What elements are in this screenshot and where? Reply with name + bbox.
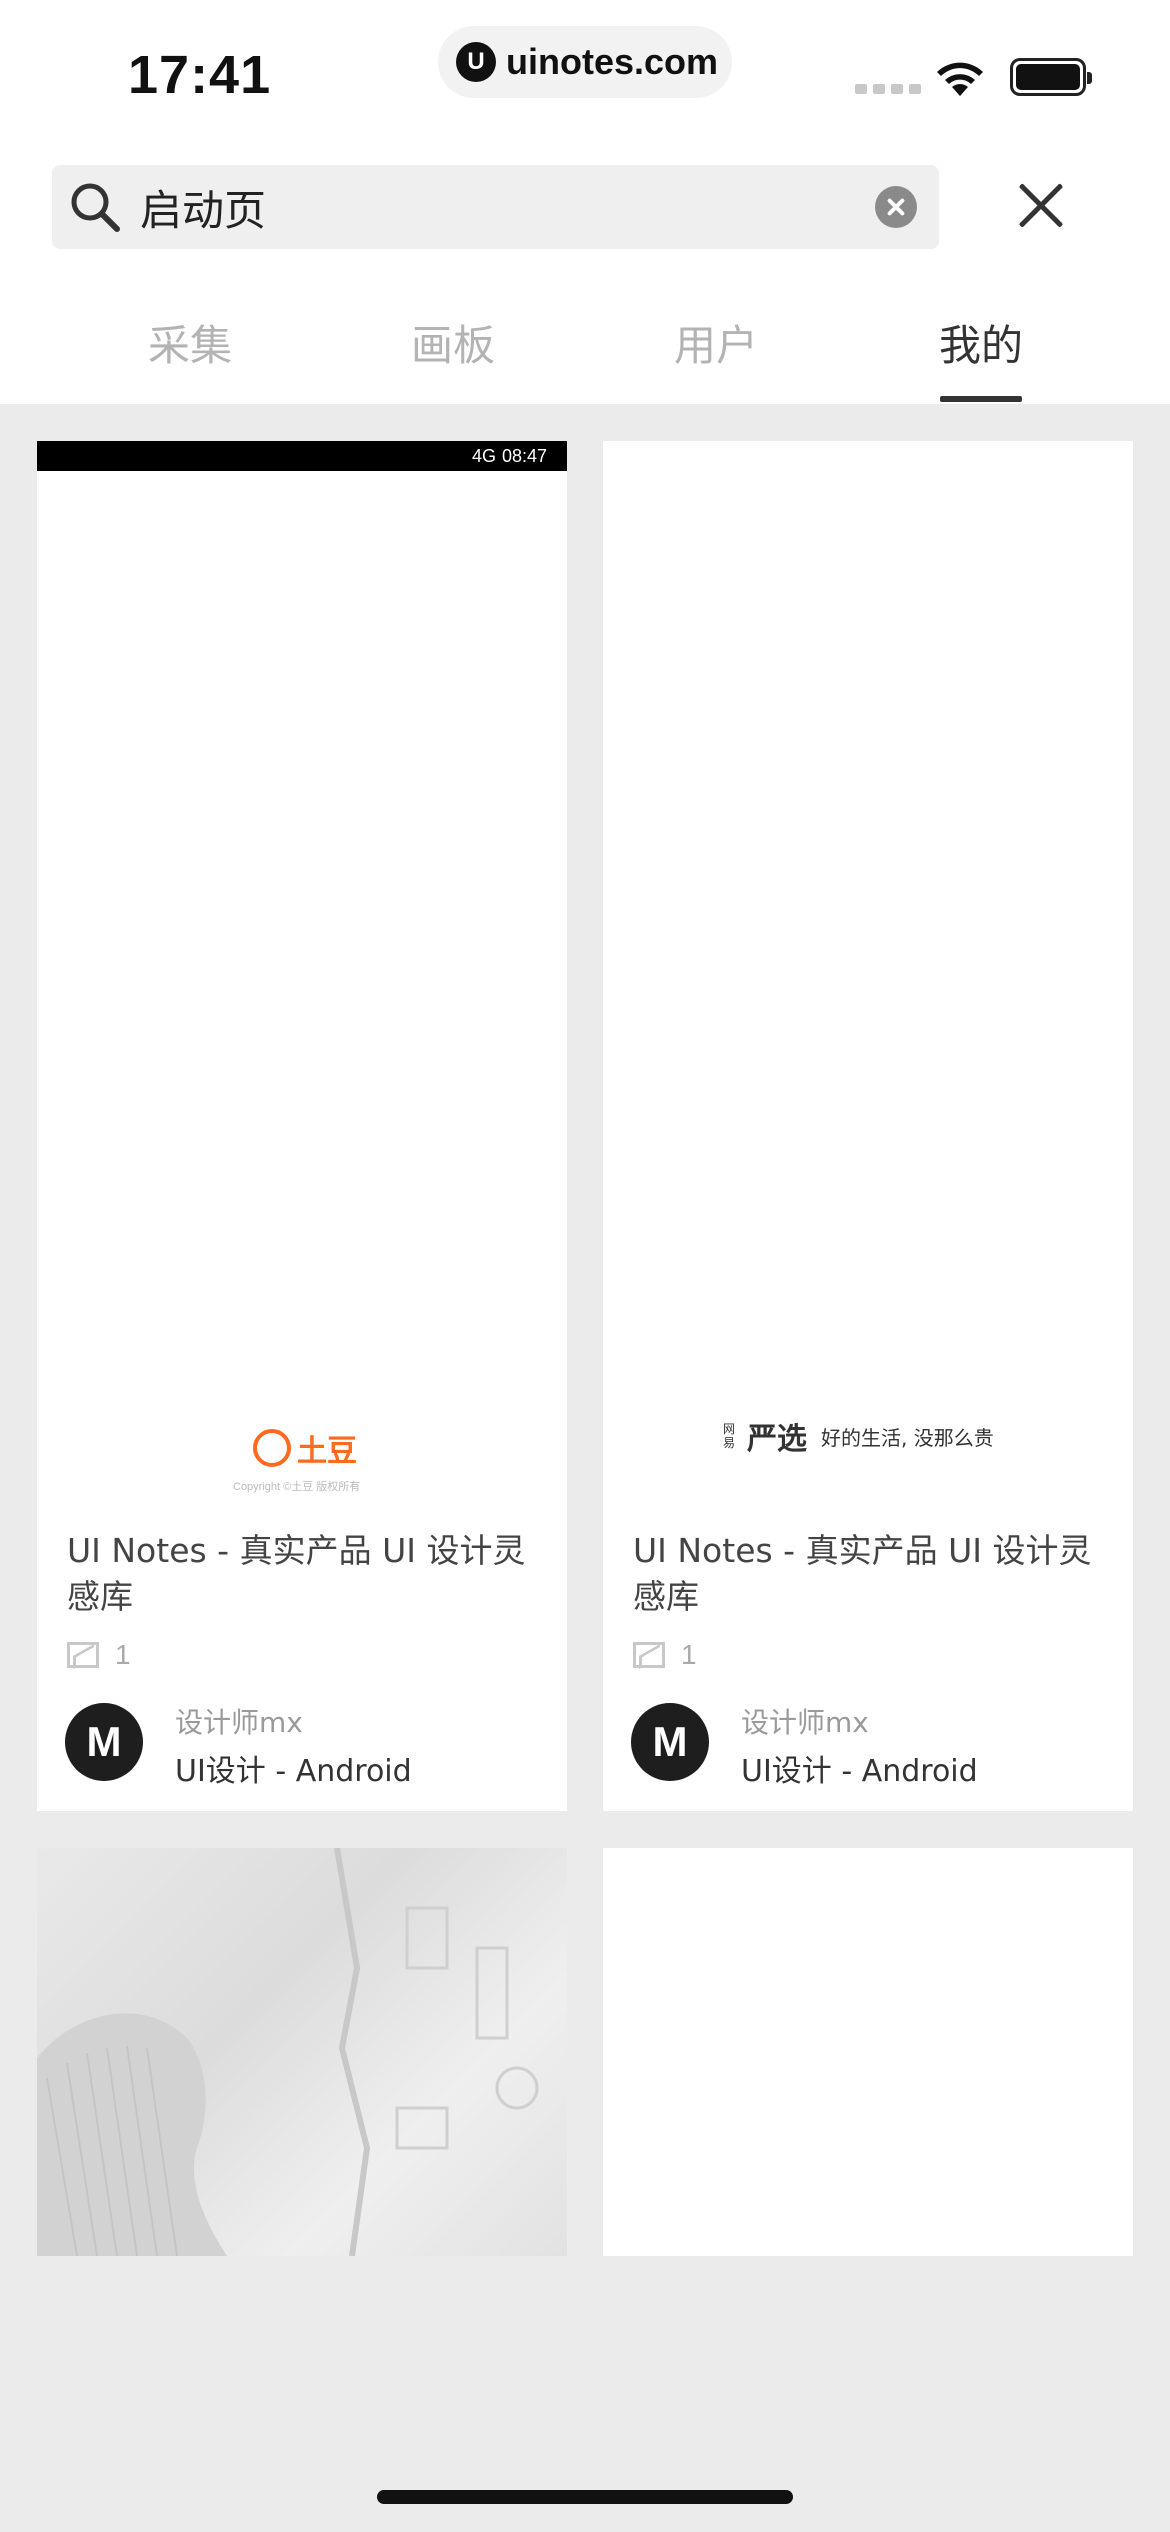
search-icon: [71, 183, 120, 232]
board-name[interactable]: UI设计 - Android: [175, 1746, 412, 1790]
avatar[interactable]: M: [65, 1703, 143, 1781]
site-url: uinotes.com: [506, 41, 719, 82]
battery-icon: [1010, 58, 1092, 96]
network-label: 4G: [471, 445, 496, 466]
tudou-logo: 土豆: [253, 1426, 357, 1470]
tab-boards[interactable]: 画板: [411, 312, 495, 373]
wifi-icon: [937, 62, 983, 96]
avatar[interactable]: M: [631, 1703, 709, 1781]
status-time: 17:41: [128, 45, 272, 105]
image-count-value: 1: [681, 1639, 697, 1670]
relief-illustration: [37, 1848, 539, 2256]
pin-screenshot[interactable]: 4G 08:47 土豆 Copyright ©土豆 版权所有: [37, 441, 567, 1501]
home-indicator[interactable]: [377, 2490, 793, 2504]
netease-label: 网易: [723, 1422, 736, 1450]
url-pill[interactable]: U uinotes.com: [438, 26, 732, 98]
image-count: 1: [633, 1639, 697, 1671]
clear-icon[interactable]: [875, 186, 917, 228]
board-name[interactable]: UI设计 - Android: [741, 1746, 978, 1790]
image-count-icon: [633, 1642, 665, 1668]
tab-users[interactable]: 用户: [674, 312, 758, 373]
pin-card[interactable]: 网易 严选 好的生活, 没那么贵 UI Notes - 真实产品 UI 设计灵感…: [603, 441, 1133, 1811]
author-name[interactable]: 设计师mx: [175, 1701, 303, 1741]
pin-title[interactable]: UI Notes - 真实产品 UI 设计灵感库: [67, 1528, 537, 1620]
yanxuan-brand: 严选: [747, 1422, 807, 1457]
search-bar: [52, 165, 939, 249]
pin-image-egyptian-relief[interactable]: [37, 1848, 567, 2256]
tudou-brand: 土豆: [297, 1434, 357, 1469]
yanxuan-slogan: 好的生活, 没那么贵: [821, 1425, 994, 1450]
image-count: 1: [67, 1639, 131, 1671]
author-name[interactable]: 设计师mx: [741, 1701, 869, 1741]
pin-image-blank[interactable]: [603, 1848, 1133, 2256]
close-icon[interactable]: [1016, 180, 1066, 230]
tudou-copyright: Copyright ©土豆 版权所有: [233, 1481, 361, 1493]
android-status-bar: 4G 08:47: [37, 441, 567, 471]
pin-card[interactable]: [603, 1848, 1133, 2256]
pin-card[interactable]: [37, 1848, 567, 2256]
pin-title[interactable]: UI Notes - 真实产品 UI 设计灵感库: [633, 1528, 1103, 1620]
yanxuan-logo: 网易 严选 好的生活, 没那么贵: [723, 1414, 994, 1458]
pin-screenshot[interactable]: 网易 严选 好的生活, 没那么贵: [603, 441, 1133, 1501]
tab-collect[interactable]: 采集: [148, 312, 232, 373]
pin-card[interactable]: 4G 08:47 土豆 Copyright ©土豆 版权所有 UI Notes …: [37, 441, 567, 1811]
image-count-value: 1: [115, 1639, 131, 1670]
cellular-signal-icon: [855, 84, 921, 94]
header: 17:41 U uinotes.com 采集 画板 用户 我的: [0, 0, 1170, 404]
tab-mine[interactable]: 我的: [939, 312, 1023, 373]
site-logo-icon: U: [456, 42, 496, 82]
search-input[interactable]: [140, 182, 875, 232]
image-count-icon: [67, 1642, 99, 1668]
android-time: 08:47: [501, 445, 547, 466]
active-tab-indicator: [940, 396, 1022, 402]
tudou-face-icon: [253, 1429, 291, 1467]
